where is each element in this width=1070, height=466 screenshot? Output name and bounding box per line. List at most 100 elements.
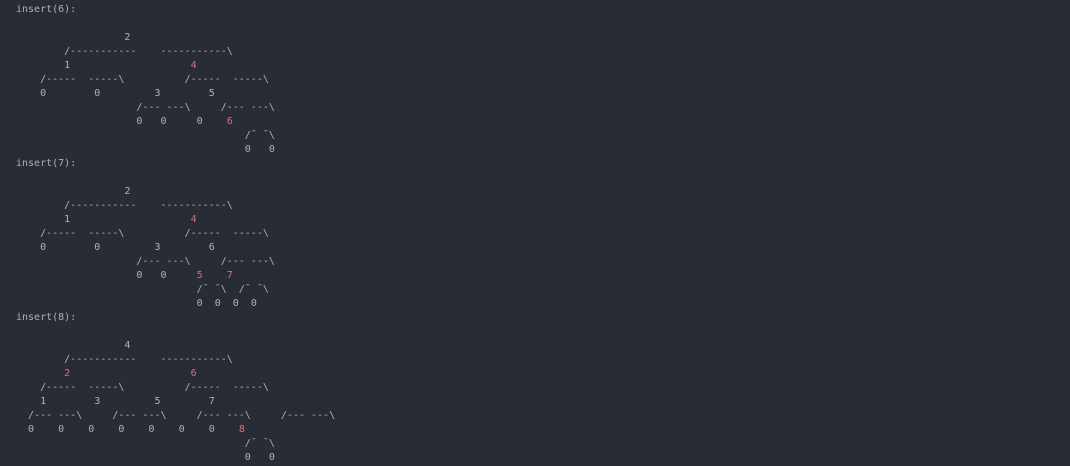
tree-row: 0 0 3 5 — [16, 87, 215, 101]
tree-row: /----- -----\ /----- -----\ — [16, 381, 269, 395]
red-node: 8 — [238, 424, 245, 435]
tree-row: 0 0 3 6 — [16, 241, 215, 255]
tree-row: 0 0 — [16, 143, 275, 157]
insert-header: insert(6): — [16, 4, 77, 15]
tree-row: 0 0 5 7 — [16, 269, 233, 283]
tree-row: 1 3 5 7 — [16, 395, 215, 409]
tree-row: /--- ---\ /--- ---\ — [16, 255, 275, 269]
tree-row: 0 0 — [16, 451, 275, 465]
tree-edge: /----- -----\ /----- -----\ — [16, 74, 269, 85]
console-output: insert(6): 2 /----------- -----------\ 1… — [16, 3, 1056, 463]
tree-edge: /¯ ¯\ /¯ ¯\ — [16, 284, 269, 295]
tree-row: /----- -----\ /----- -----\ — [16, 73, 269, 87]
black-node: 6 — [208, 242, 215, 253]
tree-row: 2 — [16, 185, 130, 199]
tree-edge: /----- -----\ /----- -----\ — [16, 228, 269, 239]
insert-header: insert(8): — [16, 312, 77, 323]
black-node: 2 — [124, 32, 131, 43]
red-node: 4 — [190, 214, 197, 225]
tree-row: /----------- -----------\ — [16, 353, 233, 367]
black-node: 5 — [208, 88, 215, 99]
tree-row: /----------- -----------\ — [16, 199, 233, 213]
tree-row: 0 0 0 0 0 0 0 8 — [16, 423, 245, 437]
tree-edge: /----- -----\ /----- -----\ — [16, 382, 269, 393]
tree-row: 1 4 — [16, 59, 197, 73]
tree-row: 2 6 — [16, 367, 197, 381]
red-node: 6 — [226, 116, 233, 127]
tree-row: 0 0 0 6 — [16, 115, 233, 129]
tree-edge: /----------- -----------\ — [16, 46, 233, 57]
tree-row: /----- -----\ /----- -----\ — [16, 227, 269, 241]
black-node: 0 — [250, 298, 257, 309]
insert-header: insert(7): — [16, 158, 77, 169]
tree-edge: /--- ---\ /--- ---\ — [16, 102, 275, 113]
tree-edge: /¯ ¯\ — [16, 438, 275, 449]
red-node: 7 — [226, 270, 233, 281]
tree-row: /--- ---\ /--- ---\ — [16, 101, 275, 115]
tree-row: /¯ ¯\ /¯ ¯\ — [16, 283, 269, 297]
tree-row: 1 4 — [16, 213, 197, 227]
tree-row: 0 0 0 0 — [16, 297, 257, 311]
tree-edge: /--- ---\ /--- ---\ — [16, 256, 275, 267]
red-node: 4 — [190, 60, 197, 71]
tree-row: /----------- -----------\ — [16, 45, 233, 59]
black-node: 4 — [124, 340, 131, 351]
black-node: 2 — [124, 186, 131, 197]
tree-row: /¯ ¯\ — [16, 437, 275, 451]
black-node: 0 — [268, 452, 275, 463]
tree-row: 2 — [16, 31, 130, 45]
black-node: 7 — [208, 396, 215, 407]
tree-edge: /----------- -----------\ — [16, 354, 233, 365]
black-node: 0 — [268, 144, 275, 155]
red-node: 6 — [190, 368, 197, 379]
tree-edge: /¯ ¯\ — [16, 130, 275, 141]
tree-edge: /--- ---\ /--- ---\ /--- ---\ /--- ---\ — [16, 410, 336, 421]
tree-row: /¯ ¯\ — [16, 129, 275, 143]
tree-row: 4 — [16, 339, 130, 353]
tree-edge: /----------- -----------\ — [16, 200, 233, 211]
